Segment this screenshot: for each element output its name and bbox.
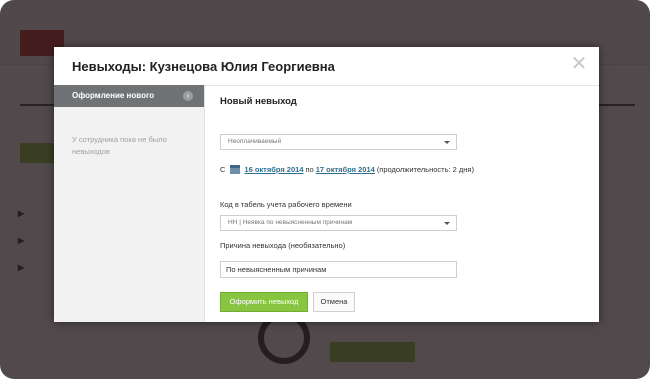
absence-form: Новый невыход Неоплачиваемый С 16 октябр… [204, 85, 599, 322]
date-range: С 16 октября 2014 по 17 октября 2014 (пр… [220, 165, 474, 174]
dropdown-caret-icon [444, 222, 450, 225]
absence-modal: Невыходы: Кузнецова Юлия Георгиевна ✕ Оф… [54, 47, 599, 322]
absence-type-select[interactable]: Неоплачиваемый [220, 134, 457, 150]
modal-title: Невыходы: Кузнецова Юлия Георгиевна [72, 59, 335, 74]
end-date-link[interactable]: 17 октября 2014 [316, 165, 375, 174]
absence-type-value: Неоплачиваемый [228, 138, 282, 145]
modal-header: Невыходы: Кузнецова Юлия Георгиевна ✕ [54, 47, 599, 86]
close-icon[interactable]: ✕ [570, 54, 588, 74]
reason-input[interactable] [220, 261, 457, 278]
cancel-button[interactable]: Отмена [313, 292, 355, 312]
chevron-right-icon: › [183, 91, 193, 101]
form-section-title: Новый невыход [220, 96, 297, 107]
timesheet-code-select[interactable]: НН | Неявка по невыясненным причинам [220, 215, 457, 231]
date-separator: по [305, 165, 314, 174]
dropdown-caret-icon [444, 141, 450, 144]
timesheet-code-label: Код в табель учета рабочего времени [220, 200, 352, 209]
timesheet-code-value: НН | Неявка по невыясненным причинам [228, 219, 353, 226]
sidebar-item-new-absence[interactable]: Оформление нового › [54, 85, 204, 107]
sidebar-empty-message: У сотрудника пока не было невыходов [72, 135, 167, 156]
start-date-link[interactable]: 16 октября 2014 [244, 165, 303, 174]
submit-absence-button[interactable]: Оформить невыход [220, 292, 308, 312]
date-prefix: С [220, 165, 226, 174]
modal-sidebar: Оформление нового › У сотрудника пока не… [54, 85, 205, 322]
screenshot-frame: ▸ ▸ ▸ Невыходы: Кузнецова Юлия Георгиевн… [0, 0, 650, 379]
sidebar-item-label: Оформление нового [72, 91, 155, 100]
reason-label: Причина невыхода (необязательно) [220, 241, 346, 250]
calendar-icon[interactable] [230, 165, 241, 174]
duration-text: (продолжительность: 2 дня) [376, 165, 474, 174]
